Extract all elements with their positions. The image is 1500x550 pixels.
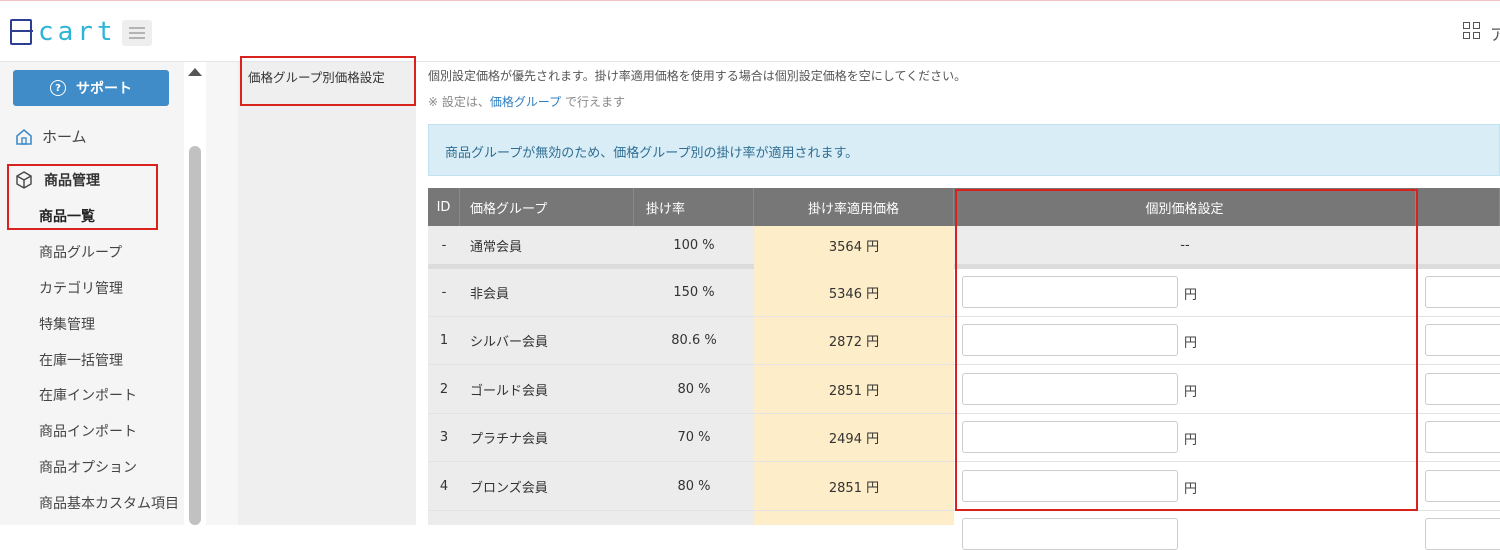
home-label: ホーム [42,128,87,146]
cell-id: - [441,285,447,300]
home-icon [16,128,32,145]
logo-b-mark [9,19,33,45]
cell-group: ブロンズ会員 [470,480,548,496]
extra-input[interactable] [1425,324,1500,356]
highlight-individual-price [955,189,1418,511]
th-rate-price: 掛け率適用価格 [754,188,954,226]
cell-rate: 100 % [673,237,715,253]
account-menu-label[interactable]: ア [1490,21,1500,45]
help-circle-icon: ? [50,80,66,96]
sidebar: ? サポート ホーム 商品管理 商品一覧 商品グループ カテゴリ管理 特集管理 … [0,62,184,525]
sidebar-item-feature[interactable]: 特集管理 [39,314,95,334]
cell-id: 1 [439,333,449,348]
extra-input[interactable] [1425,373,1500,405]
cell-rate-price: 5346 円 [828,287,880,302]
cell-group: シルバー会員 [470,335,549,350]
note-suffix: で行えます [561,95,625,109]
sidebar-item-home[interactable]: ホーム [14,126,87,147]
section-description: 個別設定価格が優先されます。掛け率適用価格を使用する場合は個別設定価格を空にして… [428,69,967,83]
price-group-link[interactable]: 価格グループ [490,95,561,109]
individual-price-input[interactable] [962,518,1178,550]
cell-id: - [441,237,447,253]
top-bar: cart ア [0,0,1500,62]
extra-input[interactable] [1425,276,1500,308]
sidebar-item-product-group[interactable]: 商品グループ [39,242,122,262]
cell-id: 3 [439,430,449,445]
sidebar-item-custom-fields[interactable]: 商品基本カスタム項目 [39,493,179,513]
sidebar-item-category[interactable]: カテゴリ管理 [39,278,123,298]
cell-rate-price: 2872 円 [828,335,880,350]
cell-rate-price: 2494 円 [828,432,880,447]
cell-rate: 80 % [677,478,711,494]
cell-group: 通常会員 [470,239,523,255]
cell-id: 2 [439,381,449,397]
extra-input[interactable] [1425,470,1500,502]
cell-rate: 150 % [673,285,715,300]
hamburger-icon[interactable] [122,20,152,46]
logo-text: cart [38,17,117,47]
section-note: ※ 設定は、価格グループ で行えます [428,93,625,110]
th-price-group: 価格グループ [460,188,634,226]
cell-group: ゴールド会員 [470,383,549,399]
note-prefix: ※ 設定は、 [428,95,490,109]
sidebar-item-product-options[interactable]: 商品オプション [39,457,137,477]
sidebar-item-product-import[interactable]: 商品インポート [39,421,137,441]
bcart-logo[interactable]: cart [9,15,117,49]
scroll-up-arrow-icon[interactable] [188,68,202,76]
cell-rate: 80.6 % [671,333,717,348]
sidebar-item-stock-import[interactable]: 在庫インポート [39,385,137,405]
info-alert: 商品グループが無効のため、価格グループ別の掛け率が適用されます。 [428,124,1500,176]
form-label-column [238,62,416,525]
cell-rate: 70 % [677,430,711,445]
support-button[interactable]: ? サポート [13,70,169,106]
content-gutter [206,62,238,525]
cell-group: 非会員 [470,287,510,302]
highlight-section-label [240,56,416,106]
cell-rate-price: 2851 円 [828,383,880,399]
extra-input[interactable] [1425,518,1500,550]
th-id: ID [428,188,460,226]
grid-icon[interactable] [1463,22,1481,40]
cell-group: プラチナ会員 [470,432,549,447]
cell-id: 4 [439,478,449,494]
th-extra [1416,188,1500,226]
extra-input[interactable] [1425,421,1500,453]
cell-rate-price: 2851 円 [828,480,880,496]
th-rate: 掛け率 [634,188,754,226]
sidebar-item-bulk-stock[interactable]: 在庫一括管理 [39,350,123,370]
highlight-product-menu [7,164,158,230]
support-label: サポート [76,81,132,97]
cell-rate: 80 % [677,381,711,397]
scrollbar-thumb[interactable] [189,146,201,525]
cell-rate-price: 3564 円 [828,239,880,255]
